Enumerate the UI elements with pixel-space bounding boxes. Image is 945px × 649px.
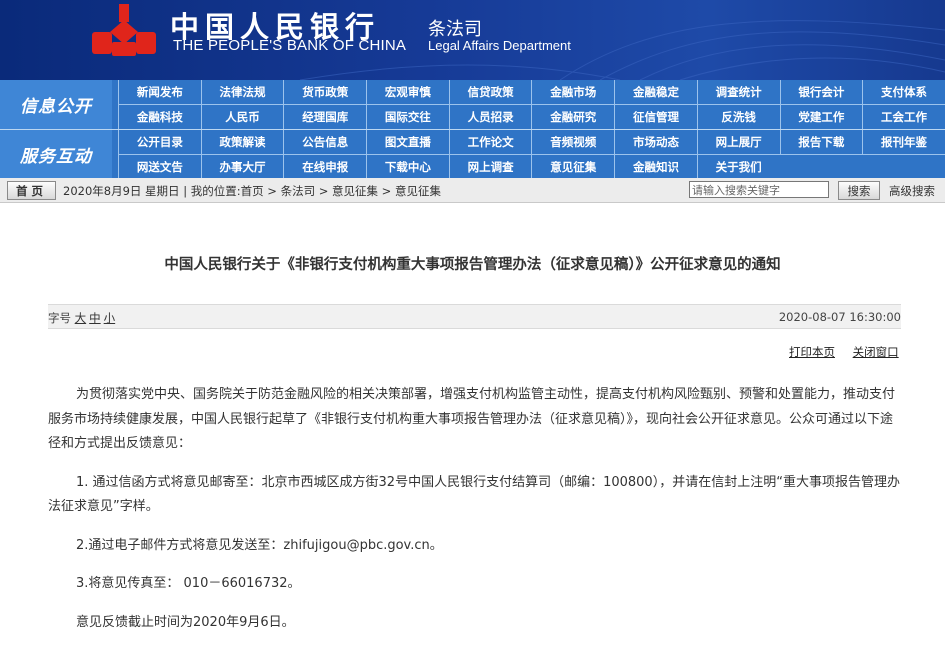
- nav-item[interactable]: 网上调查: [448, 155, 532, 179]
- font-size-label: 字号: [48, 311, 71, 325]
- nav-item[interactable]: 宏观审慎: [366, 80, 449, 104]
- article-paragraph: 1. 通过信函方式将意见邮寄至：北京市西城区成方街32号中国人民银行支付结算司（…: [48, 474, 900, 515]
- nav-item[interactable]: 支付体系: [862, 80, 945, 104]
- nav-item[interactable]: 工作论文: [448, 130, 532, 154]
- article-paragraph: 意见反馈截止时间为2020年9月6日。: [76, 614, 295, 630]
- nav-item[interactable]: 党建工作: [779, 105, 863, 129]
- site-banner: 中国人民银行 THE PEOPLE'S BANK OF CHINA 条法司 Le…: [0, 0, 945, 80]
- nav-item[interactable]: 网送文告: [118, 155, 201, 179]
- nav-item[interactable]: 关于我们: [696, 155, 780, 179]
- nav-item[interactable]: 征信管理: [614, 105, 697, 129]
- nav-row: 公开目录 政策解读 公告信息 图文直播 工作论文 音频视频 市场动态 网上展厅 …: [118, 130, 945, 155]
- nav-item[interactable]: 下载中心: [366, 155, 449, 179]
- nav-group-service-interaction: 服务互动 公开目录 政策解读 公告信息 图文直播 工作论文 音频视频 市场动态 …: [0, 130, 945, 179]
- nav-item[interactable]: 网上展厅: [696, 130, 780, 154]
- bank-name-english: THE PEOPLE'S BANK OF CHINA: [173, 37, 407, 54]
- pboc-logo-icon: [92, 4, 156, 56]
- nav-item[interactable]: 人员招录: [448, 105, 532, 129]
- search-input[interactable]: [689, 181, 829, 198]
- nav-item[interactable]: 报告下载: [779, 130, 863, 154]
- nav-item[interactable]: 新闻发布: [118, 80, 201, 104]
- nav-group-title: 信息公开: [0, 80, 112, 129]
- department-name-english: Legal Affairs Department: [428, 38, 571, 53]
- nav-item[interactable]: 人民币: [200, 105, 284, 129]
- font-size-switcher: 字号 大中小: [48, 310, 118, 326]
- advanced-search-link[interactable]: 高级搜索: [889, 183, 935, 199]
- article-paragraph: 3.将意见传真至： 010－66016732。: [76, 576, 301, 591]
- nav-row: 新闻发布 法律法规 货币政策 宏观审慎 信贷政策 金融市场 金融稳定 调查统计 …: [118, 80, 945, 105]
- current-date: 2020年8月9日 星期日: [63, 184, 180, 198]
- nav-item[interactable]: 报刊年鉴: [862, 130, 945, 154]
- home-button[interactable]: 首页: [7, 181, 56, 200]
- search-button[interactable]: 搜索: [838, 181, 880, 200]
- breadcrumb: 2020年8月9日 星期日 | 我的位置:首页 > 条法司 > 意见征集 > 意…: [63, 183, 441, 199]
- nav-item[interactable]: 办事大厅: [200, 155, 284, 179]
- article-paragraph: 2.通过电子邮件方式将意见发送至：zhifujigou@pbc.gov.cn。: [76, 537, 443, 553]
- nav-item[interactable]: 金融科技: [118, 105, 201, 129]
- nav-item[interactable]: 音频视频: [531, 130, 614, 154]
- nav-item[interactable]: 金融市场: [531, 80, 614, 104]
- nav-row: 网送文告 办事大厅 在线申报 下载中心 网上调查 意见征集 金融知识 关于我们: [118, 155, 945, 179]
- nav-item[interactable]: 图文直播: [366, 130, 449, 154]
- nav-group-title: 服务互动: [0, 130, 112, 178]
- publish-time: 2020-08-07 16:30:00: [778, 310, 901, 324]
- nav-item[interactable]: 金融知识: [614, 155, 697, 179]
- nav-item[interactable]: 市场动态: [614, 130, 697, 154]
- nav-item[interactable]: 金融稳定: [614, 80, 697, 104]
- nav-item[interactable]: 货币政策: [283, 80, 366, 104]
- font-size-medium[interactable]: 中: [89, 311, 101, 325]
- breadcrumb-bar: 首页 2020年8月9日 星期日 | 我的位置:首页 > 条法司 > 意见征集 …: [0, 178, 945, 203]
- nav-item[interactable]: 信贷政策: [448, 80, 532, 104]
- main-navigation: 信息公开 新闻发布 法律法规 货币政策 宏观审慎 信贷政策 金融市场 金融稳定 …: [0, 80, 945, 179]
- nav-item[interactable]: 工会工作: [862, 105, 945, 129]
- nav-item[interactable]: 在线申报: [283, 155, 366, 179]
- close-window-link[interactable]: 关闭窗口: [853, 345, 899, 359]
- nav-item[interactable]: 政策解读: [200, 130, 284, 154]
- nav-item[interactable]: 调查统计: [696, 80, 780, 104]
- nav-item[interactable]: 反洗钱: [696, 105, 780, 129]
- font-size-small[interactable]: 小: [104, 311, 116, 325]
- article-body: 为贯彻落实党中央、国务院关于防范金融风险的相关决策部署，增强支付机构监管主动性，…: [48, 383, 901, 649]
- nav-item[interactable]: 国际交往: [366, 105, 449, 129]
- nav-item[interactable]: 公开目录: [118, 130, 201, 154]
- nav-item[interactable]: 法律法规: [200, 80, 284, 104]
- breadcrumb-location[interactable]: | 我的位置:首页 > 条法司 > 意见征集 > 意见征集: [183, 184, 441, 198]
- page-tools: 打印本页 关闭窗口: [789, 344, 899, 360]
- article-meta-bar: 字号 大中小 2020-08-07 16:30:00: [48, 304, 901, 329]
- nav-item[interactable]: 经理国库: [283, 105, 366, 129]
- nav-group-info-disclosure: 信息公开 新闻发布 法律法规 货币政策 宏观审慎 信贷政策 金融市场 金融稳定 …: [0, 80, 945, 130]
- article-title: 中国人民银行关于《非银行支付机构重大事项报告管理办法（征求意见稿）》公开征求意见…: [164, 257, 781, 273]
- print-page-link[interactable]: 打印本页: [789, 345, 835, 359]
- nav-item[interactable]: 意见征集: [531, 155, 614, 179]
- article-paragraph: 为贯彻落实党中央、国务院关于防范金融风险的相关决策部署，增强支付机构监管主动性，…: [48, 387, 896, 451]
- nav-item[interactable]: 公告信息: [283, 130, 366, 154]
- nav-item[interactable]: 银行会计: [779, 80, 863, 104]
- nav-row: 金融科技 人民币 经理国库 国际交往 人员招录 金融研究 征信管理 反洗钱 党建…: [118, 105, 945, 129]
- nav-item[interactable]: 金融研究: [531, 105, 614, 129]
- font-size-large[interactable]: 大: [75, 311, 87, 325]
